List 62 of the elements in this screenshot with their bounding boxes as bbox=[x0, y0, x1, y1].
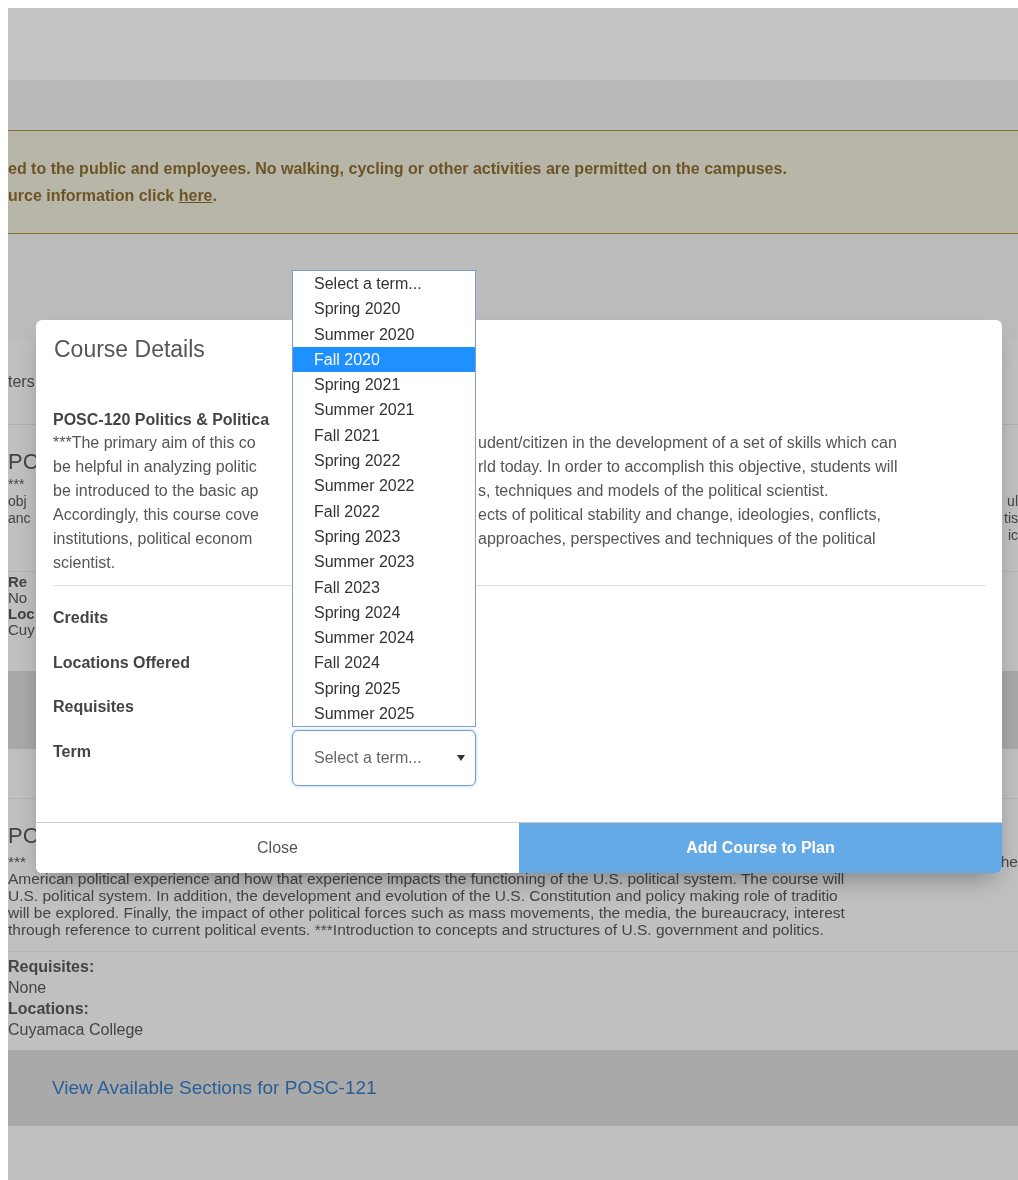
filter-label: ters bbox=[8, 372, 35, 392]
description-text: American political experience and how that experience impacts the functioning of the U.S. political system. The course will bbox=[8, 870, 845, 887]
dropdown-option[interactable]: Spring 2022 bbox=[293, 448, 475, 474]
description-text: *** bbox=[8, 476, 25, 493]
field-label: Term bbox=[53, 741, 91, 762]
description-text: be helpful in analyzing politic bbox=[53, 457, 257, 477]
dropdown-option[interactable]: Spring 2024 bbox=[293, 599, 475, 626]
description-text: ***The primary aim of this co bbox=[53, 433, 256, 453]
dropdown-option[interactable]: Summer 2022 bbox=[293, 473, 475, 499]
description-text: ul bbox=[1007, 493, 1018, 510]
description-text: institutions, political econom bbox=[53, 529, 253, 549]
course-title: POSC-120 Politics & Politica bbox=[53, 410, 270, 430]
dropdown-option[interactable]: Summer 2024 bbox=[293, 625, 475, 651]
field-label: Locations Offered bbox=[53, 652, 190, 673]
dropdown-arrow-icon bbox=[457, 755, 465, 761]
dropdown-option[interactable]: Summer 2021 bbox=[293, 397, 475, 423]
detail-label: Locations: bbox=[8, 999, 89, 1019]
alert-text: urce information click here. bbox=[8, 186, 217, 206]
dropdown-option[interactable]: Summer 2020 bbox=[293, 321, 475, 347]
dropdown-option[interactable]: Spring 2020 bbox=[293, 296, 475, 322]
detail-label: Loc bbox=[8, 606, 35, 622]
field-label: Credits bbox=[53, 608, 109, 629]
dropdown-option[interactable]: Fall 2022 bbox=[293, 498, 475, 524]
term-select[interactable]: Select a term... bbox=[292, 730, 476, 786]
field-label: Requisites bbox=[53, 697, 134, 718]
dropdown-option[interactable]: Summer 2025 bbox=[293, 701, 475, 727]
description-text: he bbox=[1000, 853, 1018, 870]
dropdown-option[interactable]: Fall 2021 bbox=[293, 422, 475, 449]
description-text: will be explored. Finally, the impact of other political forces such as mass movements, the media, the bureaucracy, interest bbox=[8, 904, 845, 921]
description-text: udent/citizen in the development of a set of skills which can bbox=[478, 433, 897, 453]
description-text: *** bbox=[8, 853, 27, 870]
description-text: s, techniques and models of the political scientist. bbox=[478, 481, 829, 501]
detail-value: Cuyamaca College bbox=[8, 1020, 144, 1040]
description-text: obj bbox=[8, 493, 27, 510]
course-title: PC bbox=[8, 823, 39, 849]
description-text: scientist. bbox=[53, 553, 116, 573]
course-title: PC bbox=[8, 449, 39, 475]
detail-value: Cuy bbox=[8, 622, 35, 638]
description-text: ects of political stability and change, ideologies, conflicts, bbox=[478, 505, 881, 525]
description-text: anc bbox=[8, 510, 31, 527]
close-button[interactable]: Close bbox=[36, 823, 519, 873]
dropdown-option[interactable]: Select a term... bbox=[293, 271, 475, 297]
detail-label: Requisites: bbox=[8, 957, 95, 977]
description-text: be introduced to the basic ap bbox=[53, 481, 259, 501]
description-text: tis bbox=[1004, 510, 1018, 527]
description-text: U.S. political system. In addition, the development and evolution of the U.S. Constitution and policy making role of traditio bbox=[8, 887, 838, 904]
dropdown-option[interactable]: Summer 2023 bbox=[293, 549, 475, 575]
description-text: ic bbox=[1007, 527, 1018, 544]
detail-value: None bbox=[8, 978, 47, 998]
description-text: rld today. In order to accomplish this objective, students will bbox=[478, 457, 898, 477]
description-text: through reference to current political events. ***Introduction to concepts and structures of U.S. government and politics. bbox=[8, 921, 824, 938]
dropdown-option[interactable]: Spring 2025 bbox=[293, 675, 475, 702]
description-text: Accordingly, this course cove bbox=[53, 505, 259, 525]
dropdown-option[interactable]: Fall 2024 bbox=[293, 650, 475, 676]
dialog-title: Course Details bbox=[54, 336, 205, 362]
alert-text: ed to the public and employees. No walking, cycling or other activities are permitted on the campuses. bbox=[8, 159, 787, 179]
dropdown-option[interactable]: Spring 2023 bbox=[293, 523, 475, 550]
dropdown-option[interactable]: Spring 2021 bbox=[293, 372, 475, 398]
description-text: approaches, perspectives and techniques of the political bbox=[478, 529, 876, 549]
detail-value: No bbox=[8, 590, 28, 606]
dropdown-option[interactable]: Fall 2023 bbox=[293, 574, 475, 600]
detail-label: Re bbox=[8, 574, 28, 590]
